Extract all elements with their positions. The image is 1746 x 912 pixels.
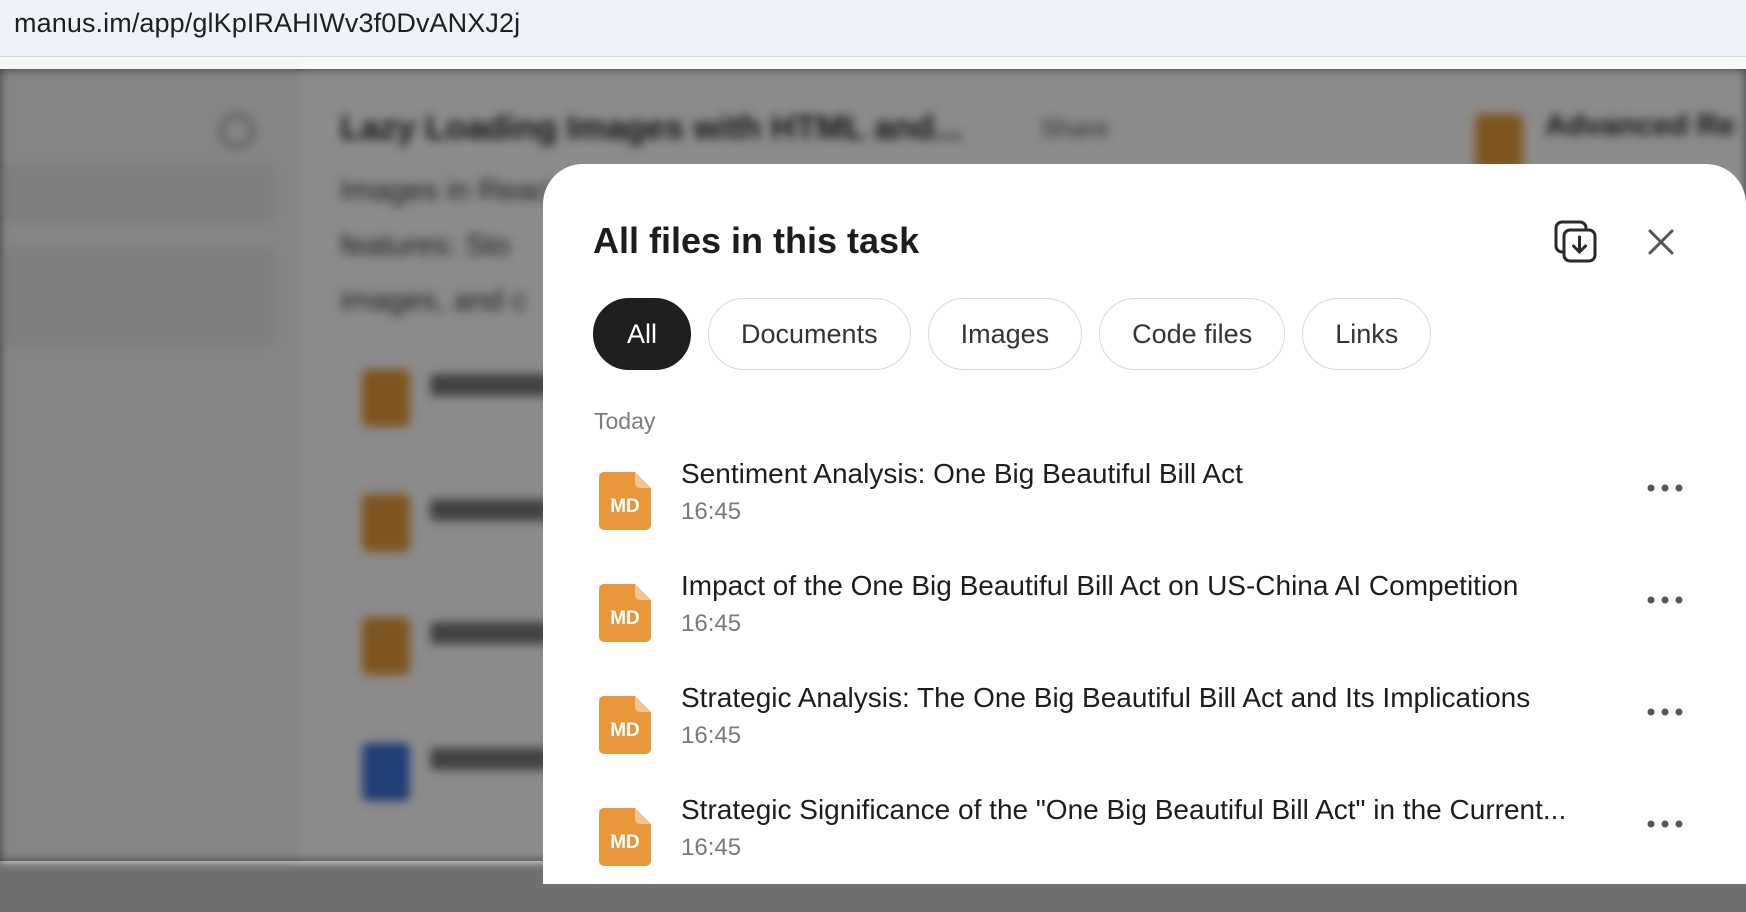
file-time: 16:45	[681, 610, 742, 637]
filter-all[interactable]: All	[593, 298, 692, 370]
close-button[interactable]	[1643, 224, 1679, 260]
file-row[interactable]: MD Strategic Significance of the "One Bi…	[593, 794, 1713, 912]
url-text[interactable]: manus.im/app/glKpIRAHIWv3f0DvANXJ2j	[14, 8, 520, 39]
browser-toolbar-gap	[0, 57, 1746, 69]
download-all-button[interactable]	[1553, 219, 1599, 265]
svg-text:MD: MD	[610, 832, 640, 853]
file-time: 16:45	[681, 722, 742, 749]
markdown-file-icon: MD	[599, 808, 651, 866]
more-options-icon[interactable]	[1643, 812, 1687, 836]
files-modal: All files in this task All Documents Ima…	[543, 164, 1746, 884]
file-name: Strategic Significance of the "One Big B…	[681, 794, 1567, 825]
close-icon	[1648, 229, 1674, 255]
more-options-icon[interactable]	[1643, 588, 1687, 612]
file-time: 16:45	[681, 834, 742, 861]
more-options-icon[interactable]	[1643, 700, 1687, 724]
filter-images[interactable]: Images	[927, 298, 1083, 370]
markdown-file-icon: MD	[599, 696, 651, 754]
filter-documents[interactable]: Documents	[708, 298, 911, 370]
markdown-file-icon: MD	[599, 584, 651, 642]
modal-title: All files in this task	[593, 220, 920, 261]
markdown-file-icon: MD	[599, 472, 651, 530]
section-label-today: Today	[594, 408, 656, 434]
file-time: 16:45	[681, 498, 742, 525]
more-options-icon[interactable]	[1643, 476, 1687, 500]
filter-tabs: All Documents Images Code files Links	[593, 298, 1432, 370]
svg-text:MD: MD	[610, 720, 640, 741]
file-name: Impact of the One Big Beautiful Bill Act…	[681, 570, 1519, 601]
filter-code-files[interactable]: Code files	[1099, 298, 1286, 370]
file-list: MD Sentiment Analysis: One Big Beautiful…	[593, 458, 1713, 912]
browser-address-bar[interactable]: manus.im/app/glKpIRAHIWv3f0DvANXJ2j	[0, 0, 1746, 57]
filter-links[interactable]: Links	[1302, 298, 1432, 370]
file-row[interactable]: MD Strategic Analysis: The One Big Beaut…	[593, 682, 1713, 800]
file-row[interactable]: MD Sentiment Analysis: One Big Beautiful…	[593, 458, 1713, 576]
file-row[interactable]: MD Impact of the One Big Beautiful Bill …	[593, 570, 1713, 688]
svg-text:MD: MD	[610, 496, 640, 517]
file-name: Sentiment Analysis: One Big Beautiful Bi…	[681, 458, 1243, 489]
file-name: Strategic Analysis: The One Big Beautifu…	[681, 682, 1531, 713]
download-icon	[1554, 220, 1597, 263]
svg-text:MD: MD	[610, 608, 640, 629]
